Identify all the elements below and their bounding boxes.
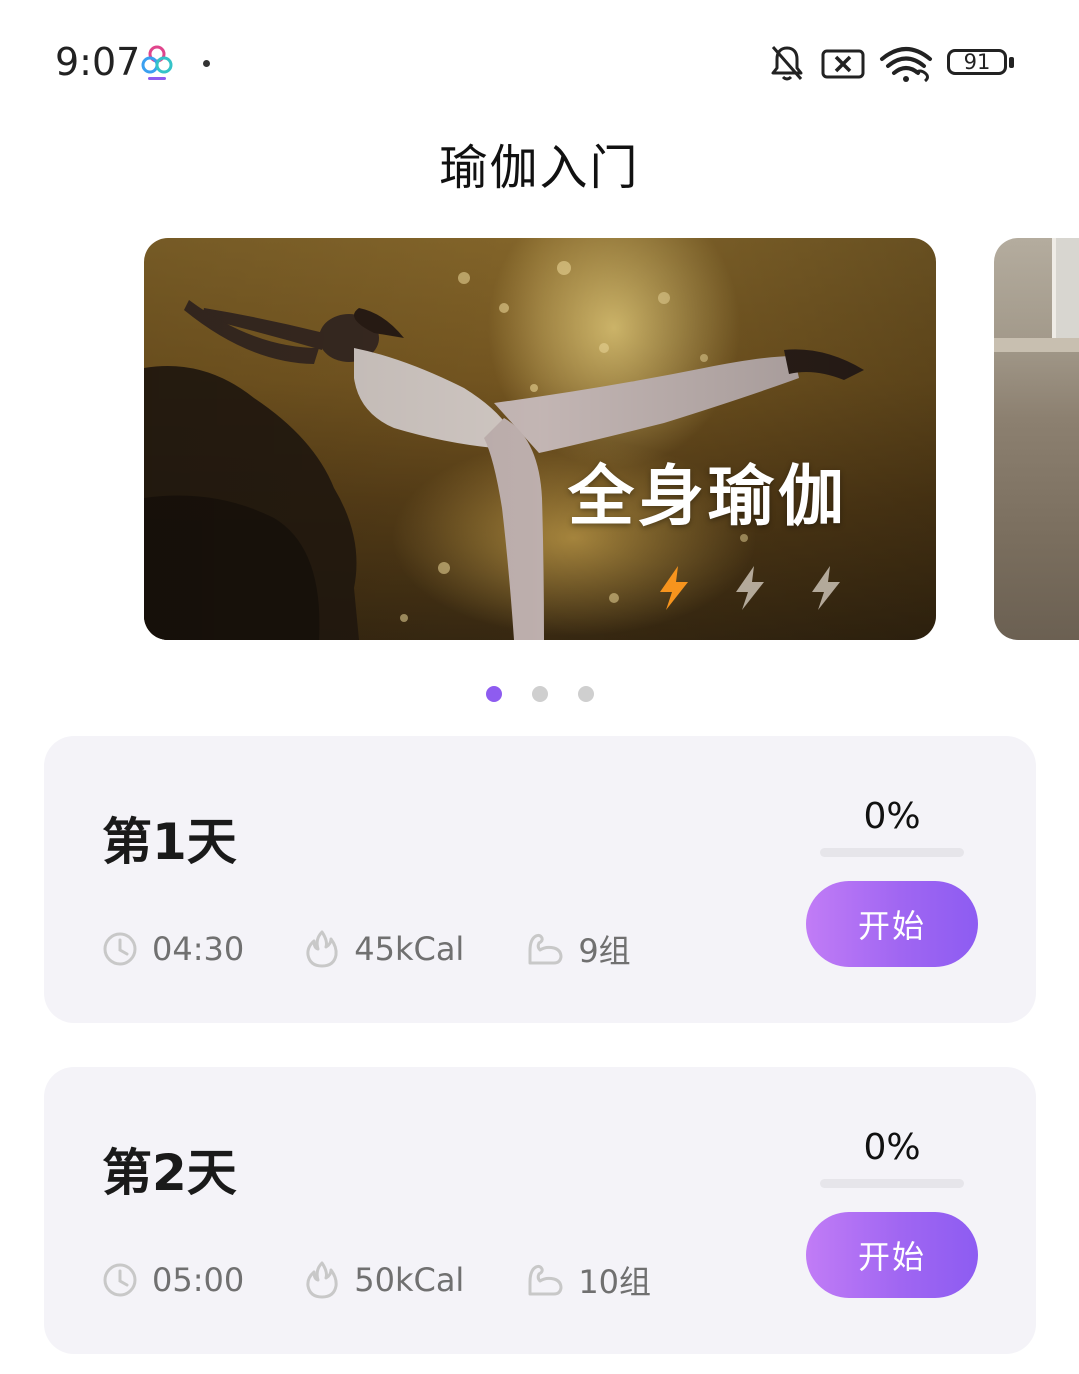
calories-value: 50kCal bbox=[354, 1261, 465, 1299]
groups-stat: 10组 bbox=[524, 1257, 651, 1303]
wifi-icon bbox=[880, 47, 932, 83]
pagination-dot[interactable] bbox=[577, 686, 594, 702]
groups-value: 10组 bbox=[578, 1263, 652, 1301]
calories-value: 45kCal bbox=[354, 930, 465, 968]
carousel-slide-full-body-yoga[interactable]: 全身瑜伽 bbox=[144, 238, 936, 640]
mute-bell-icon bbox=[771, 46, 803, 81]
carousel-slide-next[interactable] bbox=[994, 238, 1079, 640]
flame-icon bbox=[306, 930, 338, 968]
progress-bar bbox=[820, 848, 964, 857]
duration-stat: 04:30 bbox=[102, 930, 244, 968]
page-title: 瑜伽入门 bbox=[439, 140, 640, 196]
sim-disabled-icon bbox=[821, 49, 865, 79]
status-time: 9:07 bbox=[55, 40, 141, 84]
status-icons: 91 bbox=[767, 40, 1017, 86]
muscle-icon bbox=[528, 1264, 563, 1296]
pagination-dot-active[interactable] bbox=[485, 686, 502, 702]
duration-value: 04:30 bbox=[152, 930, 245, 968]
day-card[interactable]: 第2天 05:00 50kCal 10组 0% 开始 bbox=[44, 1067, 1036, 1354]
duration-value: 05:00 bbox=[152, 1261, 245, 1299]
flame-icon bbox=[306, 1261, 338, 1299]
lightning-icon bbox=[736, 566, 764, 610]
day-stats: 04:30 45kCal 9组 bbox=[102, 926, 691, 972]
start-button[interactable]: 开始 bbox=[806, 1212, 978, 1298]
calories-stat: 50kCal bbox=[304, 1260, 464, 1300]
battery-icon: 91 bbox=[947, 47, 1017, 79]
day-card[interactable]: 第1天 04:30 45kCal 9组 0% 开始 bbox=[44, 736, 1036, 1023]
progress-bar bbox=[820, 1179, 964, 1188]
progress-percent: 0% bbox=[863, 796, 921, 837]
calories-stat: 45kCal bbox=[304, 929, 464, 969]
pagination-dot[interactable] bbox=[531, 686, 548, 702]
start-button[interactable]: 开始 bbox=[806, 881, 978, 967]
day-title: 第2天 bbox=[102, 1144, 237, 1202]
status-bar: 9:07 91 bbox=[0, 0, 1079, 125]
battery-level: 91 bbox=[963, 50, 991, 74]
day-stats: 05:00 50kCal 10组 bbox=[102, 1257, 711, 1303]
clock-icon bbox=[103, 1263, 137, 1297]
difficulty-rating bbox=[654, 564, 846, 612]
course-carousel[interactable]: 全身瑜伽 bbox=[0, 238, 1079, 640]
muscle-icon bbox=[528, 933, 563, 965]
day-title: 第1天 bbox=[102, 813, 237, 871]
duration-stat: 05:00 bbox=[102, 1261, 244, 1299]
status-dot bbox=[203, 60, 210, 67]
lightning-icon bbox=[660, 566, 688, 610]
app-notification-icon bbox=[141, 45, 173, 80]
clock-icon bbox=[103, 932, 137, 966]
carousel-pagination bbox=[0, 686, 1079, 702]
progress-percent: 0% bbox=[863, 1127, 921, 1168]
lightning-icon bbox=[812, 566, 840, 610]
groups-value: 9组 bbox=[578, 932, 631, 970]
slide-title: 全身瑜伽 bbox=[568, 458, 848, 535]
groups-stat: 9组 bbox=[524, 926, 631, 972]
